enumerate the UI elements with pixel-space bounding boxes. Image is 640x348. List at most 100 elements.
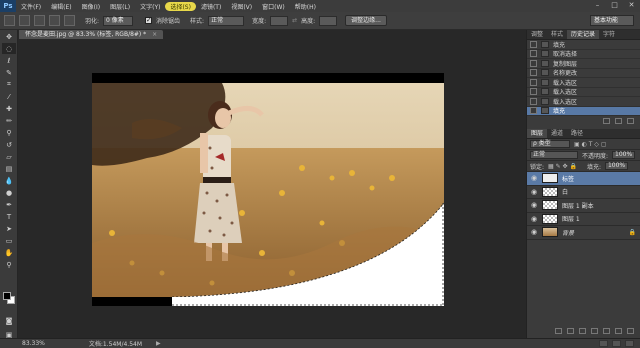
history-item[interactable]: 填充 [527,40,640,50]
document-canvas[interactable] [92,73,444,306]
eyedropper-tool-icon[interactable]: ⁄ [2,91,16,102]
pen-tool-icon[interactable]: ✒ [2,199,16,210]
type-tool-icon[interactable]: T [2,211,16,222]
marquee-tool-preset-icon[interactable] [4,15,15,26]
gradient-tool-icon[interactable]: ▤ [2,163,16,174]
dodge-tool-icon[interactable]: ● [2,187,16,198]
intersect-selection-icon[interactable] [64,15,75,26]
layer-filter-icons[interactable]: ▣ ◐ T ◇ ▢ [574,141,606,148]
new-snapshot-icon[interactable] [615,118,622,124]
fill-input[interactable]: 100% [604,162,629,170]
blur-tool-icon[interactable]: 💧 [2,175,16,186]
new-layer-icon[interactable] [615,328,622,334]
eye-icon[interactable]: ◉ [529,228,539,236]
clone-stamp-icon[interactable]: ⚲ [2,127,16,138]
hand-tool-icon[interactable]: ✋ [2,247,16,258]
add-mask-icon[interactable] [579,328,586,334]
layer-name: 图层 1 [562,216,580,224]
tab-adjustments[interactable]: 调整 [527,30,547,39]
eye-icon[interactable]: ◉ [529,174,539,182]
layer-row-background[interactable]: ◉ 背景 🔒 [527,226,640,240]
document-tab[interactable]: 怀念是麦田.jpg @ 83.3% (标签, RGB/8#) * × [19,30,164,39]
tab-history[interactable]: 历史记录 [567,30,600,39]
close-icon[interactable]: ✕ [627,1,636,10]
path-selection-icon[interactable]: ➤ [2,223,16,234]
layer-style-icon[interactable] [567,328,574,334]
history-item[interactable]: 复制图层 [527,59,640,69]
quick-mask-icon[interactable]: ◙ [2,315,16,326]
lasso-tool-icon[interactable]: ℓ [2,55,16,66]
delete-layer-icon[interactable] [627,328,634,334]
brush-tool-icon[interactable]: ✏ [2,115,16,126]
history-item-selected[interactable]: 填充 [527,106,640,116]
menu-file[interactable]: 文件(F) [16,2,46,11]
tab-character[interactable]: 字符 [599,30,619,39]
status-icon[interactable] [612,340,621,347]
menu-help[interactable]: 帮助(H) [290,2,321,11]
layer-row[interactable]: ◉ 白 [527,186,640,199]
opacity-input[interactable]: 100% [612,151,636,159]
foreground-color-swatch[interactable] [3,292,11,300]
new-selection-icon[interactable] [19,15,30,26]
link-layers-icon[interactable] [555,328,562,334]
layer-row-selected[interactable]: ◉ 标签 [527,172,640,186]
workspace-select[interactable]: 基本功能 [590,15,634,26]
zoom-tool-icon[interactable]: ⚲ [2,259,16,270]
blend-mode-select[interactable]: 正常 [530,151,578,159]
ellipse-marquee-tool-icon[interactable]: ◌ [2,43,16,54]
status-menu-arrow-icon[interactable]: ▶ [156,340,161,347]
crop-tool-icon[interactable]: ⌗ [2,79,16,90]
close-document-icon[interactable]: × [152,31,157,38]
tab-styles[interactable]: 样式 [547,30,567,39]
healing-brush-icon[interactable]: ✚ [2,103,16,114]
layer-kind-filter[interactable]: ρ 类型 [530,140,570,148]
menu-layer[interactable]: 图层(L) [105,2,135,11]
adjustment-layer-icon[interactable] [591,328,598,334]
menu-edit[interactable]: 编辑(E) [46,2,76,11]
tab-channels[interactable]: 通道 [547,129,567,138]
minimize-icon[interactable]: – [593,1,602,10]
eye-icon[interactable]: ◉ [529,215,539,223]
status-icon[interactable] [599,340,608,347]
color-swatches[interactable] [3,292,15,304]
antialias-checkbox[interactable] [145,16,153,24]
history-item[interactable]: 载入选区 [527,78,640,88]
status-icon[interactable] [625,340,634,347]
quick-selection-tool-icon[interactable]: ✎ [2,67,16,78]
width-input[interactable] [270,15,289,26]
menu-image[interactable]: 图像(I) [77,2,105,11]
feather-input[interactable]: 0 像素 [103,15,134,26]
subtract-selection-icon[interactable] [49,15,60,26]
swap-dimensions-icon[interactable]: ⇄ [292,17,297,24]
add-to-selection-icon[interactable] [34,15,45,26]
history-panel-tabs: 调整 样式 历史记录 字符 [527,30,640,40]
menu-filter[interactable]: 滤镜(T) [196,2,226,11]
eye-icon[interactable]: ◉ [529,201,539,209]
tab-layers[interactable]: 图层 [527,129,548,138]
eraser-tool-icon[interactable]: ▱ [2,151,16,162]
history-item[interactable]: 名称更改 [527,69,640,78]
layer-row[interactable]: ◉ 图层 1 副本 [527,199,640,213]
refine-edge-button[interactable]: 调整边缘... [345,15,387,26]
style-select[interactable]: 正常 [208,15,245,26]
move-tool-icon[interactable]: ✥ [2,31,16,42]
height-input[interactable] [319,15,338,26]
shape-tool-icon[interactable]: ▭ [2,235,16,246]
history-item[interactable]: 载入选区 [527,88,640,97]
tab-paths[interactable]: 路径 [567,129,587,138]
lock-icons[interactable]: ▦ ✎ ✥ 🔒 [548,163,577,170]
eye-icon[interactable]: ◉ [529,188,539,196]
maximize-icon[interactable]: □ [610,1,619,10]
trash-icon[interactable] [627,118,634,124]
history-brush-icon[interactable]: ↺ [2,139,16,150]
menu-select[interactable]: 选择(S) [165,1,196,11]
zoom-level[interactable]: 83.33% [22,340,45,347]
menu-type[interactable]: 文字(Y) [135,2,165,11]
new-document-from-state-icon[interactable] [603,118,610,124]
new-group-icon[interactable] [603,328,610,334]
history-item[interactable]: 取消选择 [527,50,640,59]
layer-row[interactable]: ◉ 图层 1 [527,213,640,226]
menu-window[interactable]: 窗口(W) [257,2,290,11]
menu-view[interactable]: 视图(V) [226,2,257,11]
history-item[interactable]: 载入选区 [527,97,640,107]
